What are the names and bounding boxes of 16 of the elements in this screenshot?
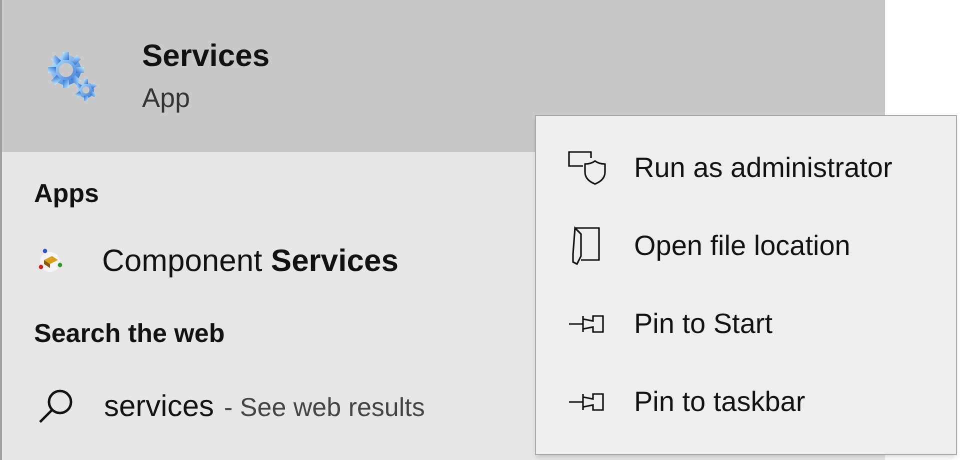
result-subtitle: App — [142, 85, 192, 112]
search-query: services — [104, 388, 214, 424]
shield-icon — [567, 150, 607, 186]
component-icon — [38, 248, 64, 274]
menu-item[interactable]: Pin to taskbar — [536, 363, 956, 441]
section-heading: Apps — [34, 180, 99, 206]
pin-icon — [567, 312, 607, 336]
menu-item[interactable]: Pin to Start — [536, 285, 956, 363]
gears-icon — [46, 50, 98, 102]
top-result[interactable]: Services App — [2, 0, 885, 152]
pin-icon — [567, 390, 607, 414]
result-title: Services — [142, 40, 270, 71]
web-results-hint: - See web results — [224, 390, 425, 424]
menu-item[interactable]: Open file location — [536, 207, 956, 285]
app-name: Component Services — [102, 242, 398, 280]
section-heading: Search the web — [34, 320, 225, 346]
